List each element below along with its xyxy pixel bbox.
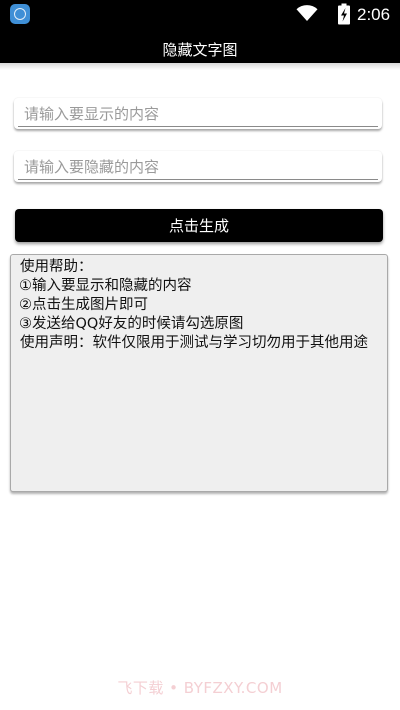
usage-disclaimer: 使用声明：软件仅限用于测试与学习切勿用于其他用途 <box>20 335 368 351</box>
help-step-3: ③发送给QQ好友的时候请勾选原图 <box>19 316 244 332</box>
title-shadow <box>0 63 400 70</box>
hide-content-field <box>14 151 382 182</box>
page-title: 隐藏文字图 <box>0 30 400 63</box>
battery-charging-icon <box>338 3 350 25</box>
hide-content-input[interactable] <box>18 151 378 180</box>
status-bar: 2:06 <box>0 0 400 30</box>
wifi-icon <box>296 5 318 21</box>
help-text-box[interactable]: 使用帮助： ①输入要显示和隐藏的内容 ②点击生成图片即可 ③发送给QQ好友的时候… <box>10 254 388 492</box>
help-heading: 使用帮助： <box>20 259 93 275</box>
show-content-field <box>14 98 382 129</box>
status-time: 2:06 <box>357 5 391 24</box>
show-content-input[interactable] <box>18 98 378 127</box>
site-watermark: 飞下载 • BYFZXY.COM <box>117 679 283 697</box>
generate-button[interactable]: 点击生成 <box>15 209 383 242</box>
qq-app-icon <box>10 4 30 24</box>
help-step-1: ①输入要显示和隐藏的内容 <box>19 278 192 294</box>
help-step-2: ②点击生成图片即可 <box>19 297 148 313</box>
